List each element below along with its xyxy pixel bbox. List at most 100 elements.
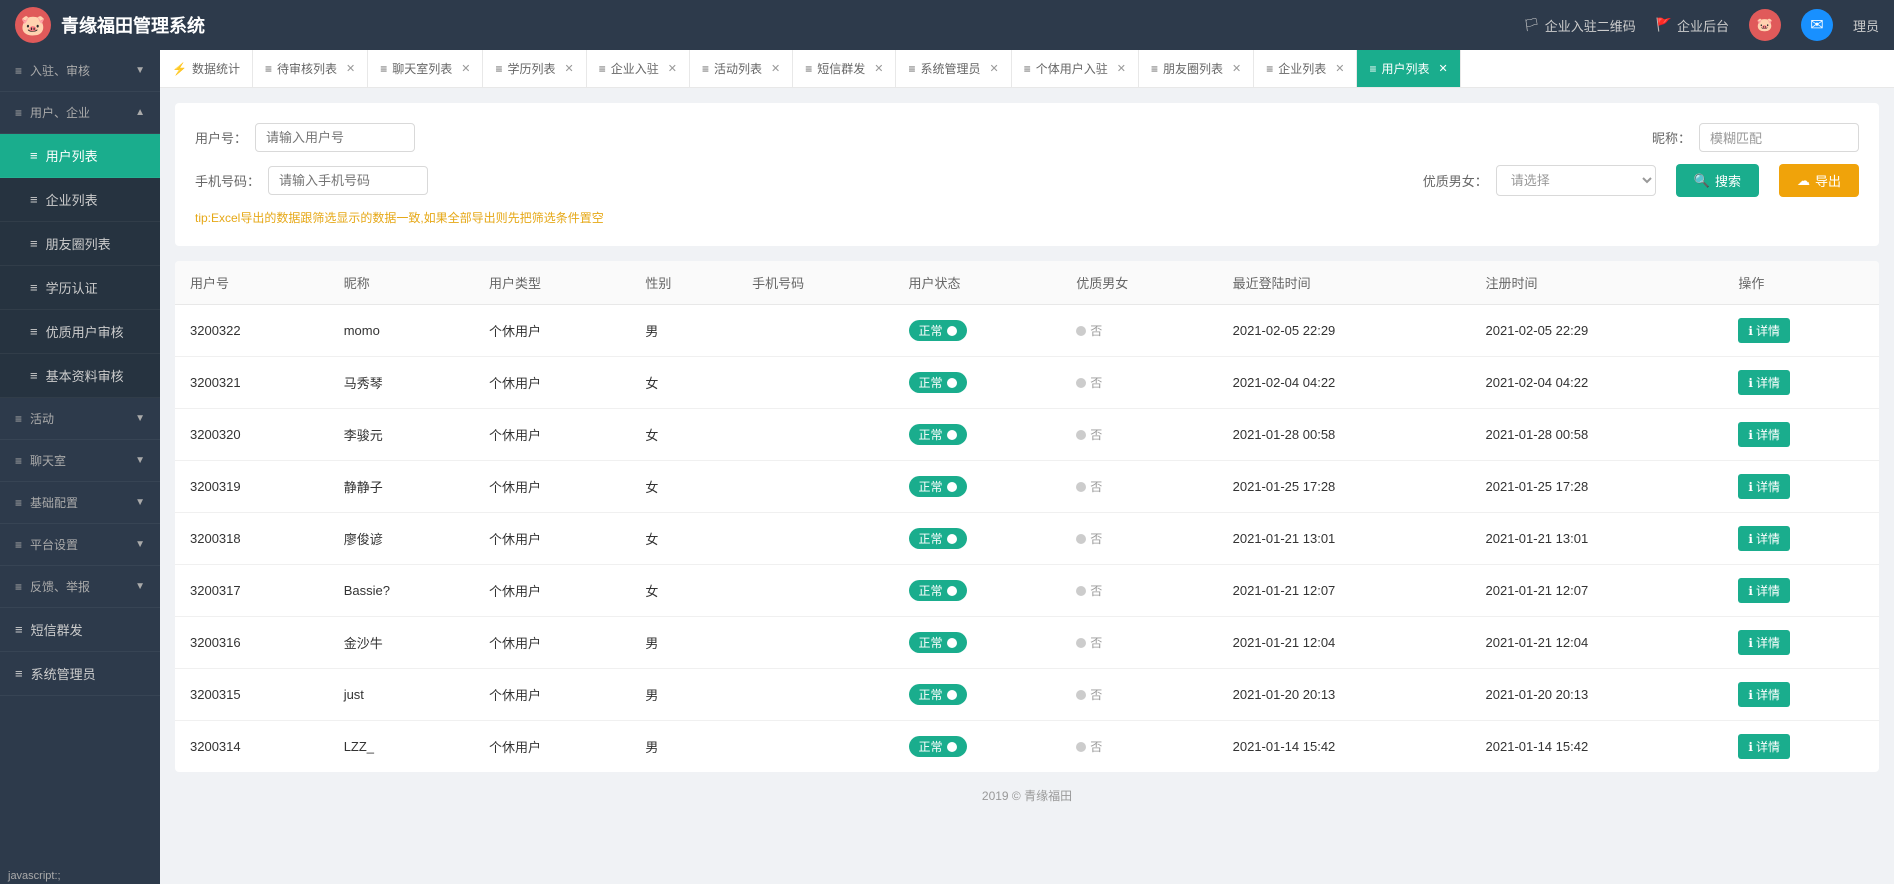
toggle-dot	[947, 742, 957, 752]
sidebar-item-moments-list[interactable]: ≡ 朋友圈列表	[0, 222, 160, 266]
sidebar-section-approval[interactable]: ≡ 入驻、审核 ▼	[0, 50, 160, 92]
tab-statistics[interactable]: ⚡ 数据统计	[160, 50, 253, 88]
sidebar-item-sms[interactable]: ≡ 短信群发	[0, 608, 160, 652]
phone-input[interactable]	[268, 166, 428, 195]
detail-button[interactable]: ℹ 详情	[1738, 526, 1790, 551]
cell-status[interactable]: 正常	[894, 461, 1062, 513]
notification-icon[interactable]: ✉	[1801, 9, 1833, 41]
sidebar-section-basic-config[interactable]: ≡ 基础配置 ▼	[0, 482, 160, 524]
sidebar-section-users-companies[interactable]: ≡ 用户、企业	[0, 92, 160, 134]
cell-quality[interactable]: 否	[1061, 721, 1217, 773]
backend-button[interactable]: 🚩 企业后台	[1656, 16, 1729, 35]
cell-quality[interactable]: 否	[1061, 565, 1217, 617]
tab-pending-review[interactable]: ≡ 待审核列表 ✕	[253, 50, 368, 88]
qr-code-button[interactable]: 🏳 企业入驻二维码	[1523, 16, 1636, 35]
quality-badge[interactable]: 否	[1076, 530, 1102, 547]
sidebar-section-chatroom[interactable]: ≡ 聊天室 ▼	[0, 440, 160, 482]
detail-button[interactable]: ℹ 详情	[1738, 630, 1790, 655]
detail-button[interactable]: ℹ 详情	[1738, 370, 1790, 395]
quality-badge[interactable]: 否	[1076, 634, 1102, 651]
sidebar-section-activity[interactable]: ≡ 活动 ▼	[0, 398, 160, 440]
tab-close-icon[interactable]: ✕	[771, 62, 780, 75]
cell-quality[interactable]: 否	[1061, 357, 1217, 409]
status-badge[interactable]: 正常	[909, 476, 967, 497]
cell-quality[interactable]: 否	[1061, 617, 1217, 669]
tab-individual-settle[interactable]: ≡ 个体用户入驻 ✕	[1012, 50, 1139, 88]
tab-system-admin[interactable]: ≡ 系统管理员 ✕	[896, 50, 1011, 88]
tab-activity-list[interactable]: ≡ 活动列表 ✕	[690, 50, 793, 88]
info-icon: ℹ	[1748, 428, 1753, 442]
cell-quality[interactable]: 否	[1061, 305, 1217, 357]
quality-badge[interactable]: 否	[1076, 686, 1102, 703]
tab-close-icon[interactable]: ✕	[565, 62, 574, 75]
status-badge[interactable]: 正常	[909, 320, 967, 341]
sidebar-item-admin[interactable]: ≡ 系统管理员	[0, 652, 160, 696]
quality-badge[interactable]: 否	[1076, 322, 1102, 339]
tab-close-icon[interactable]: ✕	[1232, 62, 1241, 75]
sidebar-section-platform-settings[interactable]: ≡ 平台设置 ▼	[0, 524, 160, 566]
status-badge[interactable]: 正常	[909, 424, 967, 445]
tab-close-icon[interactable]: ✕	[1439, 62, 1448, 75]
tab-close-icon[interactable]: ✕	[1335, 62, 1344, 75]
status-badge[interactable]: 正常	[909, 684, 967, 705]
tab-close-icon[interactable]: ✕	[668, 62, 677, 75]
tab-sms[interactable]: ≡ 短信群发 ✕	[793, 50, 896, 88]
quality-badge[interactable]: 否	[1076, 426, 1102, 443]
cell-quality[interactable]: 否	[1061, 461, 1217, 513]
tab-user-list[interactable]: ≡ 用户列表 ✕	[1357, 50, 1460, 88]
quality-badge[interactable]: 否	[1076, 374, 1102, 391]
toggle-dot	[947, 586, 957, 596]
quality-badge[interactable]: 否	[1076, 478, 1102, 495]
tab-moments-list[interactable]: ≡ 朋友圈列表 ✕	[1139, 50, 1254, 88]
cell-status[interactable]: 正常	[894, 513, 1062, 565]
cell-quality[interactable]: 否	[1061, 669, 1217, 721]
sidebar-icon: ≡	[30, 280, 38, 295]
cell-status[interactable]: 正常	[894, 305, 1062, 357]
detail-button[interactable]: ℹ 详情	[1738, 422, 1790, 447]
quality-select[interactable]: 请选择 是 否	[1496, 165, 1656, 196]
quality-badge[interactable]: 否	[1076, 582, 1102, 599]
nickname-input[interactable]	[1699, 123, 1859, 152]
status-badge[interactable]: 正常	[909, 580, 967, 601]
detail-button[interactable]: ℹ 详情	[1738, 682, 1790, 707]
detail-button[interactable]: ℹ 详情	[1738, 578, 1790, 603]
tab-education-list[interactable]: ≡ 学历列表 ✕	[483, 50, 586, 88]
tab-close-icon[interactable]: ✕	[1117, 62, 1126, 75]
tab-close-icon[interactable]: ✕	[461, 62, 470, 75]
tab-company-list[interactable]: ≡ 企业列表 ✕	[1254, 50, 1357, 88]
quality-badge[interactable]: 否	[1076, 738, 1102, 755]
cell-status[interactable]: 正常	[894, 357, 1062, 409]
tab-icon: ≡	[1266, 62, 1273, 76]
cell-reg-time: 2021-02-05 22:29	[1471, 305, 1724, 357]
status-badge[interactable]: 正常	[909, 736, 967, 757]
status-badge[interactable]: 正常	[909, 528, 967, 549]
cell-status[interactable]: 正常	[894, 669, 1062, 721]
user-avatar[interactable]: 🐷	[1749, 9, 1781, 41]
tab-close-icon[interactable]: ✕	[874, 62, 883, 75]
cell-status[interactable]: 正常	[894, 721, 1062, 773]
cell-quality[interactable]: 否	[1061, 409, 1217, 461]
cell-status[interactable]: 正常	[894, 617, 1062, 669]
user-id-input[interactable]	[255, 123, 415, 152]
tab-close-icon[interactable]: ✕	[990, 62, 999, 75]
sidebar-section-feedback[interactable]: ≡ 反馈、举报 ▼	[0, 566, 160, 608]
sidebar-item-education[interactable]: ≡ 学历认证	[0, 266, 160, 310]
tab-close-icon[interactable]: ✕	[346, 62, 355, 75]
detail-button[interactable]: ℹ 详情	[1738, 474, 1790, 499]
tab-chatroom-list[interactable]: ≡ 聊天室列表 ✕	[368, 50, 483, 88]
status-badge[interactable]: 正常	[909, 372, 967, 393]
detail-button[interactable]: ℹ 详情	[1738, 734, 1790, 759]
sidebar-item-quality-review[interactable]: ≡ 优质用户审核	[0, 310, 160, 354]
tab-company-settle[interactable]: ≡ 企业入驻 ✕	[587, 50, 690, 88]
sidebar-item-user-list[interactable]: ≡ 用户列表	[0, 134, 160, 178]
detail-button[interactable]: ℹ 详情	[1738, 318, 1790, 343]
cell-status[interactable]: 正常	[894, 565, 1062, 617]
cell-quality[interactable]: 否	[1061, 513, 1217, 565]
sidebar-item-profile-review[interactable]: ≡ 基本资料审核	[0, 354, 160, 398]
search-button[interactable]: 🔍 搜索	[1676, 164, 1759, 197]
export-button[interactable]: ☁ 导出	[1779, 164, 1859, 197]
sidebar-item-company-list[interactable]: ≡ 企业列表	[0, 178, 160, 222]
cell-status[interactable]: 正常	[894, 409, 1062, 461]
info-icon: ℹ	[1748, 532, 1753, 546]
status-badge[interactable]: 正常	[909, 632, 967, 653]
